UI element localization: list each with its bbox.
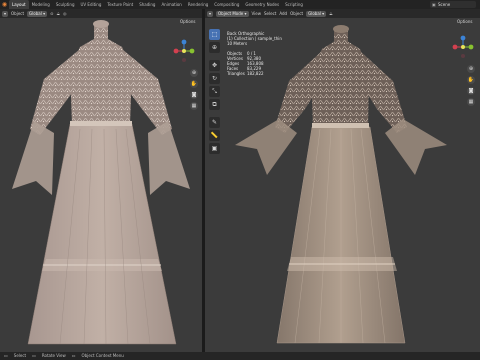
- tab-scripting[interactable]: Scripting: [282, 0, 306, 9]
- tab-geometry-nodes[interactable]: Geometry Nodes: [242, 0, 282, 9]
- blender-logo-icon[interactable]: ◉: [0, 0, 9, 9]
- viewport-left[interactable]: ▾ Object Global ▾ ⊙ ⟁ ◎ Options ⊕ ✋ ◙ ▦: [0, 9, 202, 352]
- tab-animation[interactable]: Animation: [158, 0, 184, 9]
- top-menu-bar: ◉ Layout Modeling Sculpting UV Editing Textu…: [0, 0, 480, 9]
- status-context-menu: Object Context Menu: [81, 353, 124, 358]
- tab-compositing[interactable]: Compositing: [211, 0, 242, 9]
- dress-model-right[interactable]: [205, 9, 480, 352]
- scene-icon: ▣: [432, 2, 436, 7]
- workspace-tabs: Layout Modeling Sculpting UV Editing Texture…: [9, 0, 306, 9]
- status-mouse-right-icon: ▭: [71, 353, 76, 358]
- scene-selector[interactable]: ▣ Scene: [430, 1, 476, 8]
- status-select: Select: [13, 353, 27, 358]
- tab-rendering[interactable]: Rendering: [185, 0, 211, 9]
- scene-name: Scene: [438, 2, 451, 7]
- viewport-right[interactable]: ▾ Object Mode ▾ View Select Add Object G…: [205, 9, 480, 352]
- dress-model-left[interactable]: [0, 9, 202, 352]
- status-mouse-left-icon: ▭: [4, 353, 8, 358]
- tab-sculpting[interactable]: Sculpting: [53, 0, 78, 9]
- status-bar: ▭ Select ▭ Rotate View ▭ Object Context …: [0, 352, 480, 360]
- tab-texture-paint[interactable]: Texture Paint: [104, 0, 136, 9]
- status-rotate-view: Rotate View: [41, 353, 66, 358]
- tab-modeling[interactable]: Modeling: [29, 0, 53, 9]
- status-mouse-middle-icon: ▭: [32, 353, 36, 358]
- tab-layout[interactable]: Layout: [9, 0, 29, 9]
- tab-uv-editing[interactable]: UV Editing: [78, 0, 105, 9]
- tab-shading[interactable]: Shading: [136, 0, 158, 9]
